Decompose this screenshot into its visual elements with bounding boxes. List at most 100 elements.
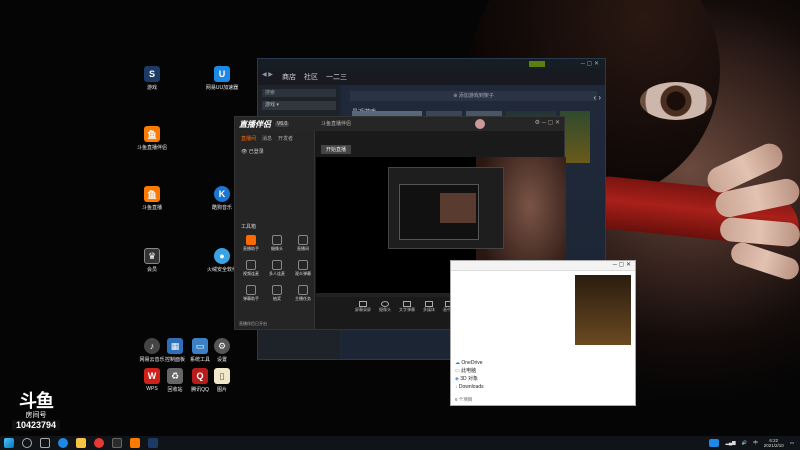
room-number: 10423794 [12,420,60,430]
group-icon [272,260,282,270]
nav-this-pc[interactable]: ▭ 此电脑 [455,367,484,375]
control-media[interactable]: 多媒体 [423,301,435,313]
library-filter-select[interactable]: 游戏 ▾ [262,101,336,110]
notification-icon[interactable]: ▭ [790,440,794,446]
douyu-logo: 斗鱼 [19,391,54,411]
room-title: 斗鱼直播伴侣 [321,121,352,127]
desktop-icon-settings[interactable]: ⚙ 设置 [202,338,242,363]
gear-icon: ⚙ [214,338,230,354]
steam-nav: ◀ ▶ 商店 社区 一二三 [258,69,605,85]
window-controls[interactable]: ─ ▢ ✕ [581,60,599,67]
explorer-nav-pane: ☁ OneDrive ▭ 此电脑 ◈ 3D 对象 ↓ Downloads [455,359,484,391]
tool-task[interactable]: 主播任务 [291,285,315,302]
desktop-icon-douyu[interactable]: 鱼 斗鱼直播 [132,186,172,211]
huorong-icon: ● [214,248,230,264]
desktop-icon-douyu-companion[interactable]: 鱼 斗鱼直播伴侣 [132,126,172,151]
douyu-sidebar: 直播间 消息 开发者 👁 已登录 工具箱 直播助手 摄像头 直播间 视频连麦 多… [235,131,315,329]
douyu-titlebar[interactable]: 直播伴侣 V6.0 斗鱼直播伴侣 ⚙ ─ ▢ ✕ [235,117,564,131]
nav-3d-objects[interactable]: ◈ 3D 对象 [455,375,484,383]
desktop-icon-member[interactable]: ♛ 会员 [132,248,172,273]
clock-date: 2021/2/10 [763,443,784,448]
douyu-fish-icon: 鱼 [144,186,160,202]
nav-username[interactable]: 一二三 [326,72,347,82]
tool-video[interactable]: 视频连麦 [239,260,263,277]
back-forward-icon[interactable]: ◀ ▶ [262,71,273,78]
desktop-icon-image-file[interactable]: ▯ 图片 [202,368,242,393]
add-shelf-button[interactable]: ⊕ 添加游戏到架子 [350,91,597,101]
nav-store[interactable]: 商店 [282,72,296,82]
douyu-watermark: 斗鱼 房间号 10423794 [12,392,60,430]
explorer-preview-thumbnail [575,275,631,345]
folder-icon[interactable] [76,438,86,448]
tray-app-icon[interactable] [709,439,720,447]
uu-icon: U [214,66,230,82]
file-icon: ▯ [214,368,230,384]
wallpaper-eye [640,82,712,120]
douyu-fish-icon[interactable] [130,438,140,448]
cube-icon: ◈ [455,376,459,382]
tool-room[interactable]: 直播间 [291,235,315,252]
explorer-status: 6 个项目 [455,397,473,402]
download-icon: ↓ [455,384,458,390]
app-icon[interactable] [112,438,122,448]
steam-titlebar[interactable]: ─ ▢ ✕ [258,59,605,69]
room-label: 房间号 [25,412,47,419]
tool-group[interactable]: 多人连麦 [265,260,289,277]
clock[interactable]: 6:22 2021/2/10 [764,438,784,448]
camera-icon [272,235,282,245]
network-icon[interactable]: ▂▄▆ [725,440,735,446]
tools-grid: 直播助手 摄像头 直播间 视频连麦 多人连麦 观众弹幕 弹幕助手 抽奖 主播任务 [239,235,315,302]
tool-camera[interactable]: 摄像头 [265,235,289,252]
control-screen-record[interactable]: 屏幕录屏 [355,301,371,313]
room-icon [298,235,308,245]
edge-icon[interactable] [58,438,68,448]
tab-room[interactable]: 直播间 [241,135,256,142]
input-language[interactable]: 中 [753,440,758,446]
tab-messages[interactable]: 消息 [262,135,272,142]
nav-downloads[interactable]: ↓ Downloads [455,383,484,391]
chat-icon [298,260,308,270]
search-icon[interactable] [22,438,32,448]
steam-icon[interactable] [148,438,158,448]
system-tray: ▂▄▆ 🔊 中 6:22 2021/2/10 ▭ [709,438,800,448]
gift-icon [272,285,282,295]
nested-preview [399,184,479,240]
nav-onedrive[interactable]: ☁ OneDrive [455,359,484,367]
tab-developer[interactable]: 开发者 [278,135,293,142]
volume-icon[interactable]: 🔊 [742,440,748,446]
cloud-icon: ☁ [455,360,460,366]
nav-community[interactable]: 社区 [304,72,318,82]
file-explorer-window[interactable]: ─ ▢ ✕ ☁ OneDrive ▭ 此电脑 ◈ 3D 对象 ↓ Downloa… [450,260,636,406]
windows-start-icon[interactable] [4,438,14,448]
crown-icon: ♛ [144,248,160,264]
chrome-icon[interactable] [94,438,104,448]
desktop-icon-steam[interactable]: S 游戏 [132,66,172,91]
tool-gift[interactable]: 抽奖 [265,285,289,302]
version-badge: V6.0 [275,121,290,127]
shelf-arrows[interactable]: ‹ › [593,93,601,102]
taskbar: ▂▄▆ 🔊 中 6:22 2021/2/10 ▭ [0,436,800,450]
explorer-titlebar[interactable]: ─ ▢ ✕ [451,261,635,271]
task-view-icon[interactable] [40,438,50,448]
notice-bar: 直播伴侣已开启 [239,321,267,326]
danmaku-icon [246,285,256,295]
douyu-brand: 直播伴侣 [239,119,271,129]
tool-broadcast[interactable]: 直播助手 [239,235,263,252]
tool-danmaku[interactable]: 弹幕助手 [239,285,263,302]
avatar[interactable] [475,119,485,129]
control-camera[interactable]: 摄像头 [379,301,391,313]
video-icon [246,260,256,270]
kugou-icon: K [214,186,230,202]
task-icon [298,285,308,295]
control-text[interactable]: 文字弹幕 [399,301,415,313]
start-live-button[interactable]: 开始直播 [321,145,352,154]
douyu-tabs: 直播间 消息 开发者 [235,131,314,146]
nested-face [440,193,476,223]
tool-chat[interactable]: 观众弹幕 [291,260,315,277]
nested-window [388,167,504,249]
window-controls[interactable]: ⚙ ─ ▢ ✕ [535,119,560,126]
tools-label: 工具箱 [241,224,257,230]
library-search-input[interactable]: 搜索 [262,89,336,97]
steam-badge[interactable] [529,61,545,67]
desktop-icon-uu[interactable]: U 网易UU加速器 [202,66,242,91]
